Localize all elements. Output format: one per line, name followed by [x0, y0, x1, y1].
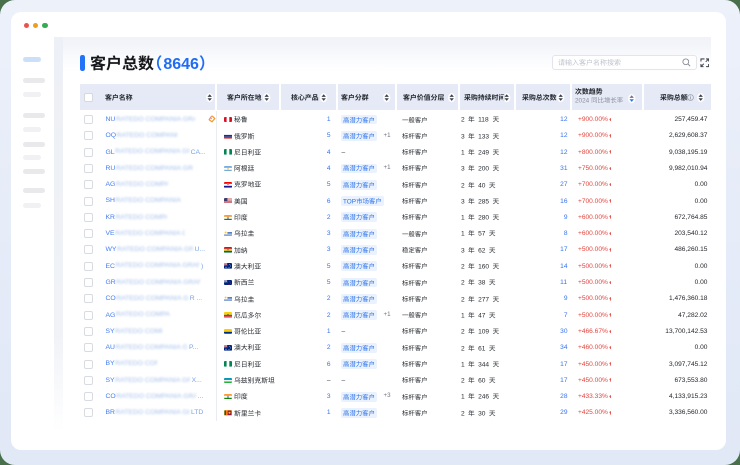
svg-text:277: 277 — [478, 296, 489, 303]
svg-text:3: 3 — [461, 166, 465, 173]
svg-text:2: 2 — [461, 296, 465, 303]
svg-text:8646: 8646 — [163, 56, 199, 73]
svg-text:160: 160 — [478, 264, 489, 271]
svg-text:40: 40 — [478, 182, 486, 189]
svg-text:249: 249 — [478, 150, 489, 157]
svg-text:2: 2 — [461, 378, 465, 385]
svg-text:1: 1 — [461, 215, 465, 222]
svg-text:2: 2 — [461, 345, 465, 352]
svg-text:2: 2 — [461, 329, 465, 336]
svg-text:344: 344 — [478, 361, 489, 368]
svg-text:3: 3 — [461, 198, 465, 205]
svg-text:1: 1 — [461, 361, 465, 368]
svg-text:2: 2 — [461, 264, 465, 271]
svg-text:60: 60 — [478, 378, 486, 385]
svg-text:200: 200 — [478, 166, 489, 173]
svg-text:109: 109 — [478, 329, 489, 336]
svg-text:62: 62 — [478, 247, 486, 254]
svg-text:118: 118 — [478, 117, 489, 124]
svg-text:133: 133 — [478, 133, 489, 140]
svg-text:61: 61 — [478, 345, 486, 352]
svg-text:1: 1 — [461, 394, 465, 401]
svg-text:2: 2 — [461, 410, 465, 417]
svg-text:TOP: TOP — [343, 198, 356, 205]
svg-text:2: 2 — [461, 280, 465, 287]
svg-text:2024: 2024 — [575, 98, 590, 105]
svg-text:1: 1 — [461, 231, 465, 238]
svg-text:280: 280 — [478, 215, 489, 222]
svg-text:47: 47 — [478, 313, 486, 320]
svg-text:1: 1 — [461, 150, 465, 157]
svg-text:246: 246 — [478, 394, 489, 401]
svg-text:2: 2 — [461, 182, 465, 189]
svg-text:38: 38 — [478, 280, 486, 287]
svg-text:3: 3 — [461, 133, 465, 140]
svg-text:57: 57 — [478, 231, 486, 238]
svg-text:3: 3 — [461, 247, 465, 254]
svg-text:2: 2 — [461, 117, 465, 124]
svg-text:30: 30 — [478, 410, 486, 417]
svg-text:285: 285 — [478, 198, 489, 205]
svg-text:1: 1 — [461, 313, 465, 320]
